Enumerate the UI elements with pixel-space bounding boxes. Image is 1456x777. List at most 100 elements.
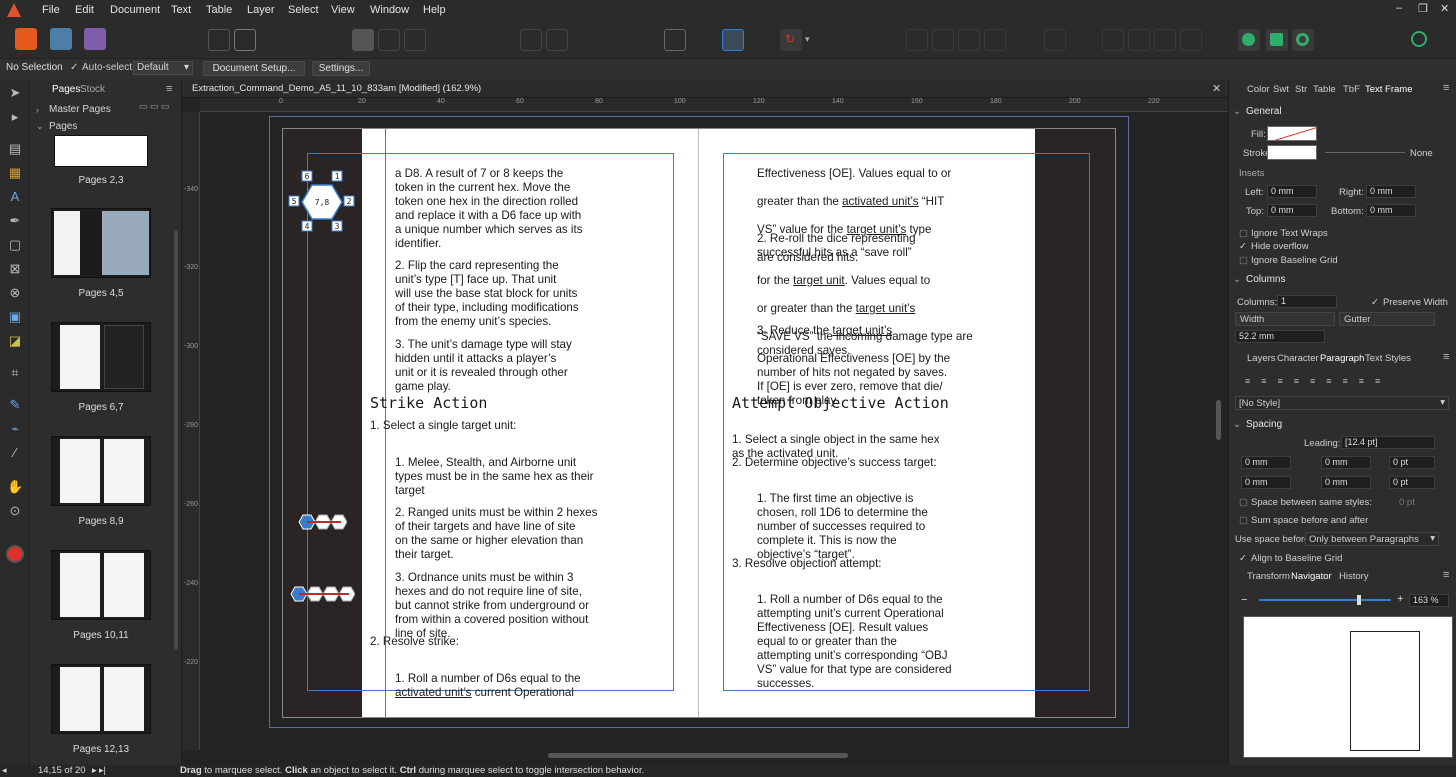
tab-transform[interactable]: Transform	[1247, 571, 1290, 582]
arrange-forward-icon[interactable]	[958, 29, 980, 51]
zoom-input[interactable]: 163 %	[1409, 594, 1449, 607]
checkbox-checked-icon[interactable]: ✓	[1371, 297, 1379, 308]
minimize-icon[interactable]: –	[1396, 2, 1402, 14]
view-tool-icon[interactable]: ✋	[7, 479, 23, 495]
inset-right-input[interactable]: 0 mm	[1366, 185, 1416, 198]
horizontal-ruler[interactable]: 0 20 40 60 80 100 120 140 160 180 200 22…	[200, 98, 1228, 112]
prev-page-icon[interactable]: ◂	[2, 765, 7, 776]
indent-right-input[interactable]: 0 mm	[1321, 456, 1371, 469]
tab-paragraph[interactable]: Paragraph	[1320, 353, 1364, 364]
horizontal-scrollbar[interactable]	[548, 753, 848, 758]
tab-text-styles[interactable]: Text Styles	[1365, 353, 1411, 364]
menu-layer[interactable]: Layer	[247, 4, 275, 16]
thumbnail-pages-12-13[interactable]	[51, 664, 151, 734]
menu-table[interactable]: Table	[206, 4, 232, 16]
node-tool-icon[interactable]: ▸	[7, 109, 23, 125]
artistic-text-tool-icon[interactable]: A	[7, 189, 23, 205]
boolean-subtract-icon[interactable]	[1266, 29, 1288, 51]
close-window-icon[interactable]: ✕	[1440, 2, 1449, 15]
menu-edit[interactable]: Edit	[75, 4, 94, 16]
tab-text-frame[interactable]: Text Frame	[1365, 84, 1413, 95]
page-indicator[interactable]: 14,15 of 20	[38, 765, 86, 776]
fill-tool-icon[interactable]: ✎	[7, 397, 23, 413]
tab-stock[interactable]: Stock	[80, 84, 105, 95]
width-input[interactable]: 52.2 mm	[1235, 330, 1325, 343]
chevron-down-icon[interactable]: ⌄	[1233, 274, 1241, 285]
use-space-dropdown[interactable]: Only between Paragraphs ▾	[1305, 532, 1439, 546]
unpin-icon[interactable]	[546, 29, 568, 51]
table-tool-icon[interactable]: ▦	[7, 165, 23, 181]
color-picker-tool-icon[interactable]: ⁄	[7, 445, 23, 461]
publisher-persona-icon[interactable]	[15, 28, 37, 50]
flip-icon[interactable]	[1128, 29, 1150, 51]
first-line-indent-input[interactable]: 0 mm	[1241, 476, 1291, 489]
transparency-tool-icon[interactable]: ⌁	[7, 421, 23, 437]
master-pages-label[interactable]: Master Pages	[49, 104, 111, 115]
thumbnail-pages-8-9[interactable]	[51, 436, 151, 506]
stroke-width-slider[interactable]	[1325, 152, 1405, 153]
boolean-add-icon[interactable]	[1238, 29, 1260, 51]
designer-persona-icon[interactable]	[50, 28, 72, 50]
last-line-indent-input[interactable]: 0 mm	[1321, 476, 1371, 489]
pages-section-label[interactable]: Pages	[49, 121, 77, 132]
shape-icon[interactable]	[378, 29, 400, 51]
autoselect-checkbox[interactable]: ✓	[70, 62, 78, 73]
picture-frame-tool-icon[interactable]: ⊠	[7, 261, 23, 277]
paragraph-style-dropdown[interactable]: [No Style] ▾	[1235, 396, 1449, 410]
tab-pages[interactable]: Pages	[52, 84, 80, 95]
transform-icon[interactable]	[1102, 29, 1124, 51]
crop-tool-icon[interactable]: ⌗	[7, 365, 23, 381]
checkbox-icon[interactable]: ▢	[1239, 228, 1248, 239]
align-icon[interactable]	[1044, 29, 1066, 51]
menu-document[interactable]: Document	[110, 4, 160, 16]
link-icon[interactable]: ↻	[780, 29, 802, 51]
frame-icon[interactable]	[352, 29, 374, 51]
thumbnail-pages-10-11[interactable]	[51, 550, 151, 620]
move-tool-icon[interactable]: ➤	[7, 85, 23, 101]
thumbnail-pages-2-3[interactable]	[54, 135, 148, 167]
tab-navigator[interactable]: Navigator	[1291, 571, 1332, 582]
tab-character[interactable]: Character	[1277, 353, 1319, 364]
tab-table[interactable]: Table	[1313, 84, 1336, 95]
pen-tool-icon[interactable]: ✒	[7, 213, 23, 229]
menu-text[interactable]: Text	[171, 4, 191, 16]
pages-scrollbar[interactable]	[174, 230, 178, 650]
chevron-down-icon[interactable]: ⌄	[1233, 106, 1241, 117]
paragraph-alignment-buttons[interactable]: ≡≡≡≡≡≡≡≡≡	[1245, 376, 1445, 388]
tab-table-format[interactable]: TbF	[1343, 84, 1360, 95]
indent-left-input[interactable]: 0 mm	[1241, 456, 1291, 469]
fill-color-swatch[interactable]	[6, 545, 24, 563]
tab-color[interactable]: Color	[1247, 84, 1270, 95]
width-dropdown[interactable]: Width	[1235, 312, 1335, 326]
chevron-down-icon[interactable]: ▾	[805, 34, 810, 45]
vertical-ruler[interactable]: -340 -320 -300 -280 -260 -240 -220	[182, 112, 200, 750]
tab-layers[interactable]: Layers	[1247, 353, 1276, 364]
arrange-icon[interactable]	[906, 29, 928, 51]
panel-menu-icon[interactable]: ≡	[1443, 82, 1449, 94]
tab-stroke[interactable]: Str	[1295, 84, 1307, 95]
zoom-tool-icon[interactable]: ⊙	[7, 503, 23, 519]
checkbox-icon[interactable]: ▢	[1239, 515, 1248, 526]
close-document-icon[interactable]: ✕	[1212, 82, 1221, 95]
user-account-icon[interactable]	[1408, 29, 1430, 51]
text-wrap-icon[interactable]	[664, 29, 686, 51]
panel-menu-icon[interactable]: ≡	[1443, 351, 1449, 363]
checkbox-icon[interactable]: ▢	[1239, 497, 1248, 508]
preflight-icon[interactable]	[208, 29, 230, 51]
checkbox-checked-icon[interactable]: ✓	[1239, 553, 1247, 564]
menu-select[interactable]: Select	[288, 4, 319, 16]
document-tab[interactable]: Extraction_Command_Demo_A5_11_10_833am […	[182, 80, 1228, 98]
rotate-ccw-icon[interactable]	[1180, 29, 1202, 51]
page-actions-icons[interactable]: ▭ ▭ ▭	[139, 101, 179, 113]
text-frame-tool-icon[interactable]: ▤	[7, 141, 23, 157]
chevron-down-icon[interactable]: ⌄	[1233, 419, 1241, 430]
checkbox-checked-icon[interactable]: ✓	[1239, 241, 1247, 252]
ellipse-frame-tool-icon[interactable]: ⊗	[7, 285, 23, 301]
thumbnail-pages-4-5[interactable]	[51, 208, 151, 278]
settings-button[interactable]: Settings...	[312, 61, 370, 76]
columns-input[interactable]: 1	[1277, 295, 1337, 308]
photo-persona-icon[interactable]	[84, 28, 106, 50]
zoom-out-icon[interactable]: −	[1241, 594, 1247, 606]
autoselect-dropdown[interactable]: Default ▾	[133, 61, 193, 75]
rotate-icon[interactable]	[1154, 29, 1176, 51]
